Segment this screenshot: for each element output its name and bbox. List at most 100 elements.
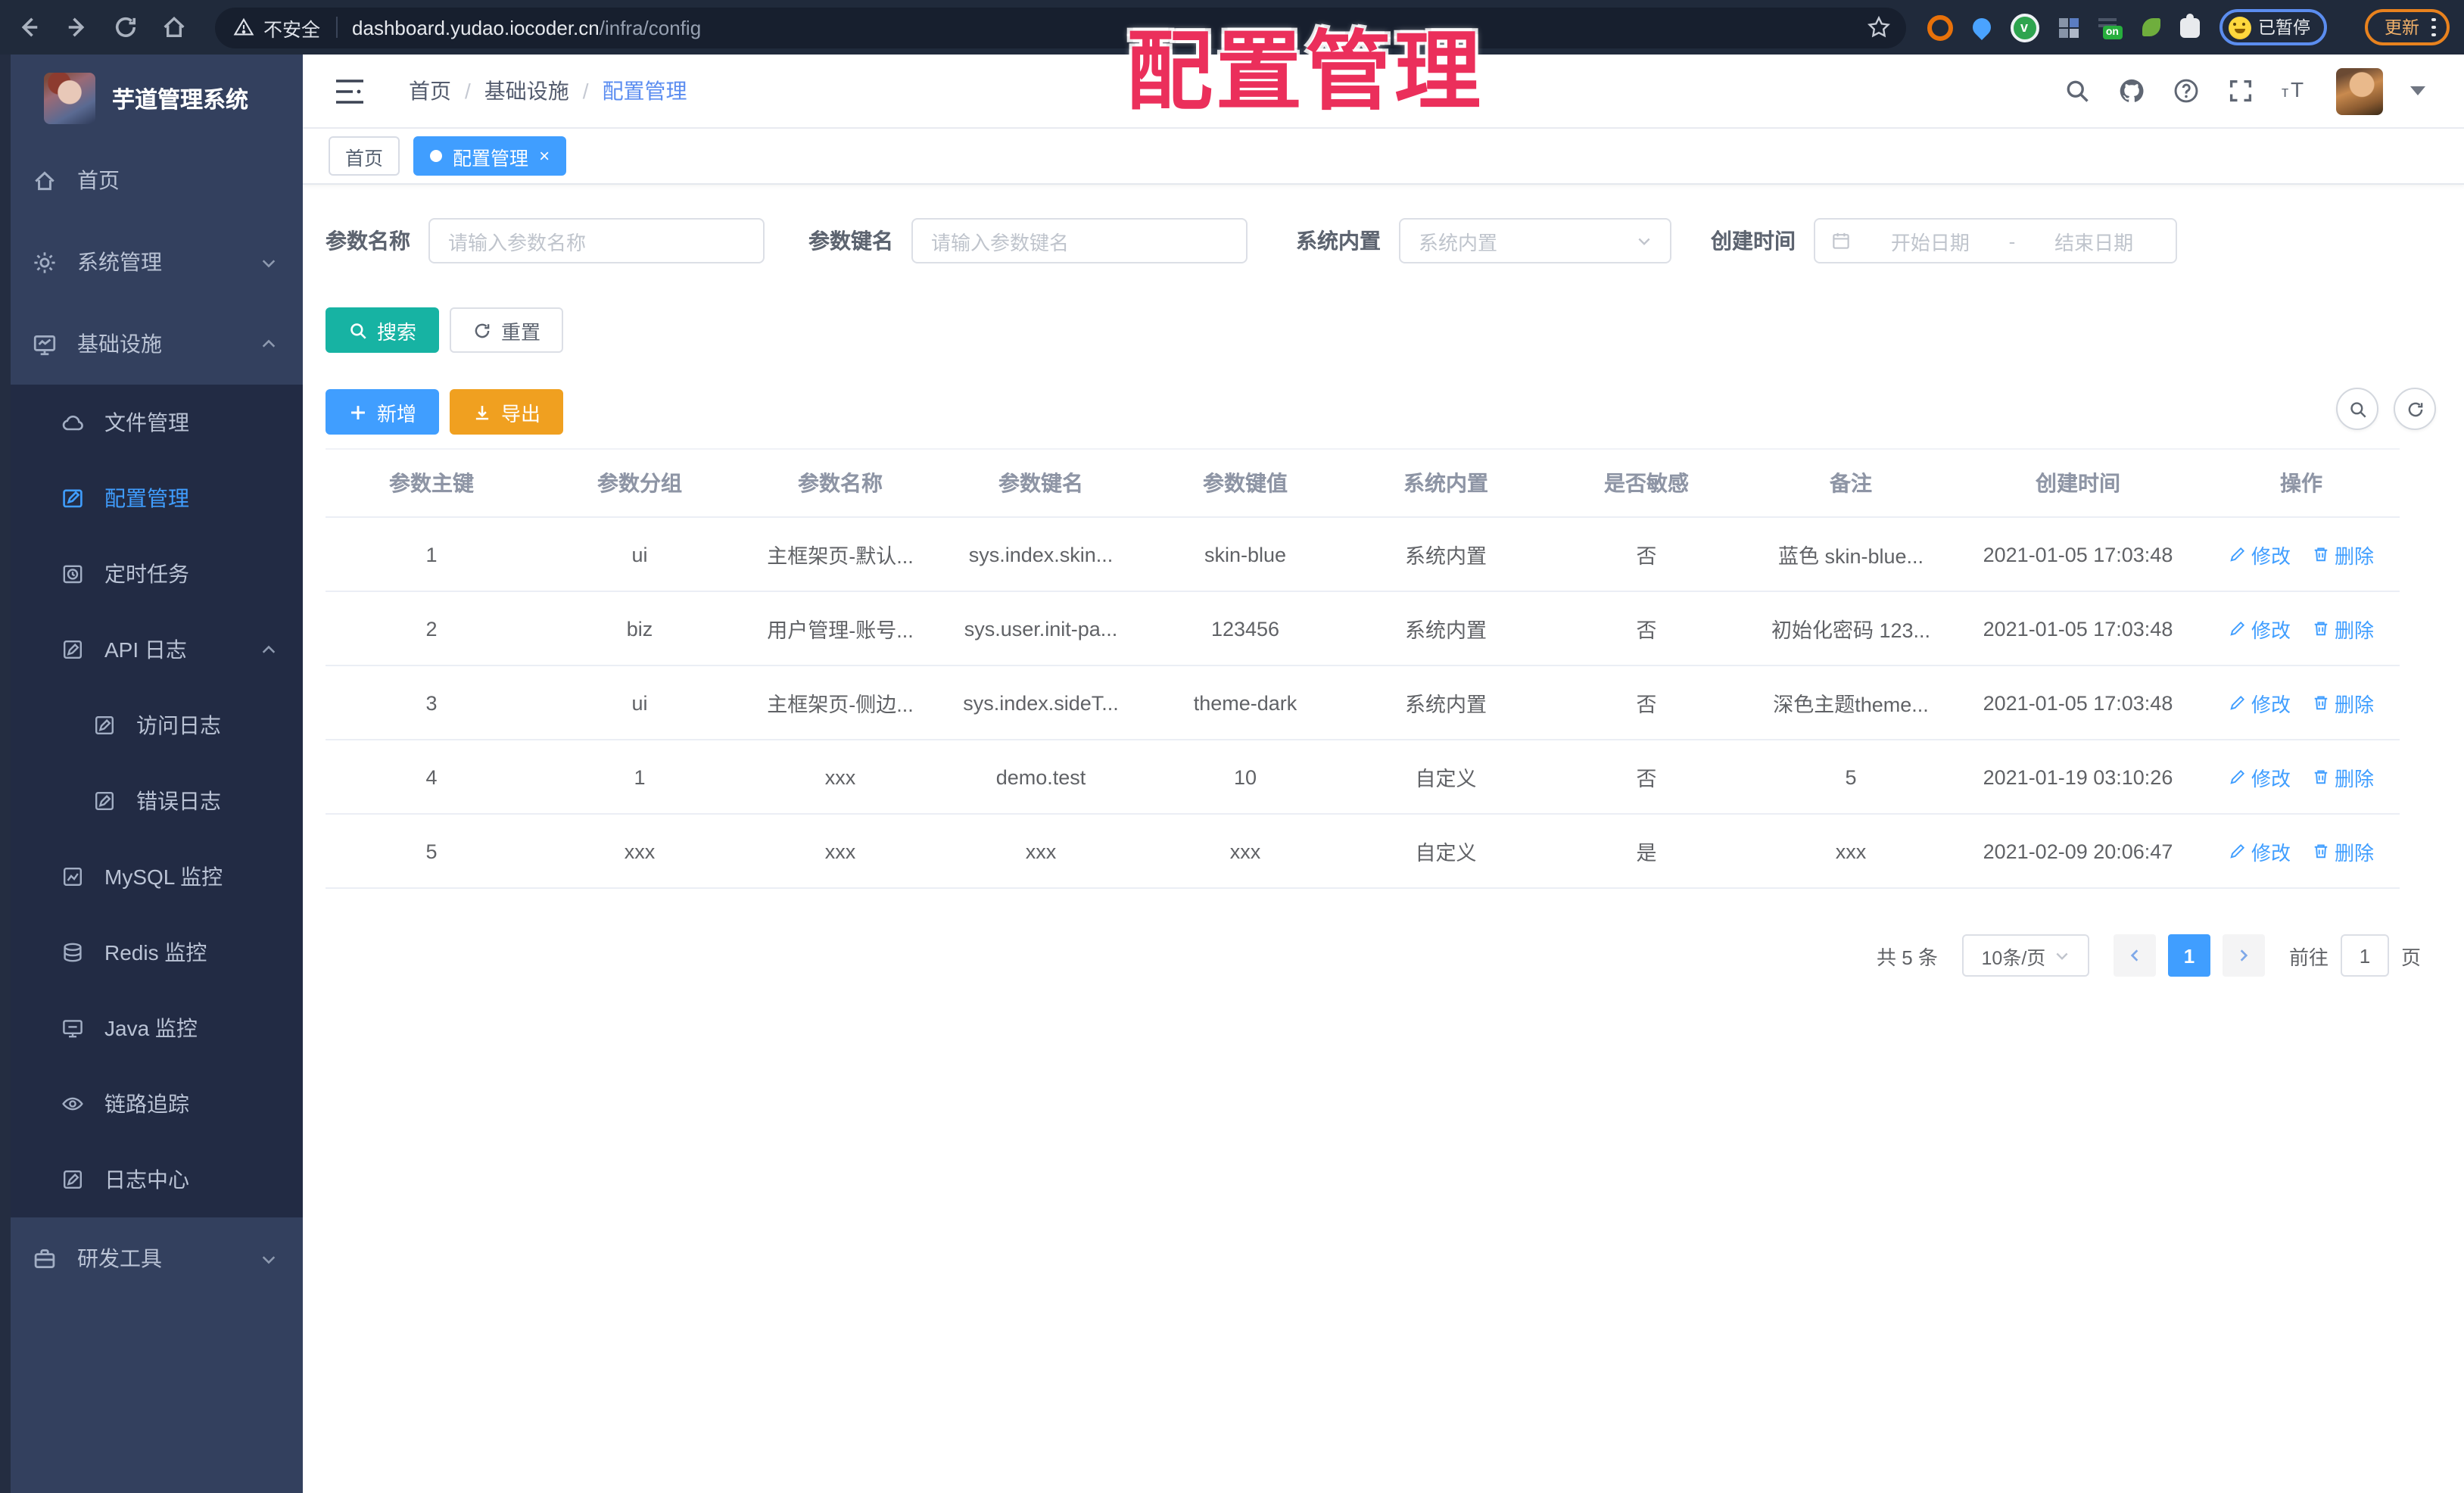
date-range-picker[interactable]: 开始日期 - 结束日期 — [1814, 218, 2177, 263]
table-cell: 2021-01-05 17:03:48 — [1983, 691, 2173, 714]
user-avatar[interactable] — [2336, 67, 2383, 114]
sidebar-item-label: 定时任务 — [104, 562, 189, 586]
page-size-select[interactable]: 10条/页 — [1961, 934, 2089, 977]
delete-link[interactable]: 删除 — [2312, 688, 2374, 717]
table-cell: 自定义 — [1415, 842, 1477, 865]
table-cell: 2021-01-05 17:03:48 — [1983, 617, 2173, 640]
page-unit-label: 页 — [2400, 946, 2421, 968]
github-icon[interactable] — [2118, 77, 2145, 104]
sidebar-item-java-monitor[interactable]: Java 监控 — [0, 990, 303, 1066]
delete-link[interactable]: 删除 — [2312, 540, 2374, 569]
add-button[interactable]: 新增 — [326, 389, 440, 435]
breadcrumb: 首页 / 基础设施 / 配置管理 — [409, 76, 687, 106]
table-cell: 1 — [425, 543, 438, 566]
bookmark-star-icon[interactable] — [1866, 15, 1890, 39]
search-button[interactable]: 搜索 — [326, 307, 440, 353]
back-icon[interactable] — [15, 14, 42, 41]
pencil-icon — [2229, 619, 2247, 637]
column-header: 备注 — [1830, 471, 1872, 495]
sidebar-item-mysql-monitor[interactable]: MySQL 监控 — [0, 839, 303, 915]
extension-grid-icon[interactable] — [2058, 17, 2078, 37]
reload-icon[interactable] — [112, 14, 139, 41]
sidebar-item-config-management[interactable]: 配置管理 — [0, 460, 303, 536]
sidebar-item-file-management[interactable]: 文件管理 — [0, 385, 303, 460]
delete-link[interactable]: 删除 — [2312, 837, 2374, 865]
sidebar-item-label: 研发工具 — [77, 1246, 162, 1270]
home-icon[interactable] — [160, 14, 188, 41]
extension-pin-icon[interactable] — [1968, 14, 1994, 40]
eye-icon — [61, 1092, 85, 1116]
param-key-input[interactable]: 请输入参数键名 — [911, 218, 1248, 263]
extension-donut-icon[interactable] — [1927, 14, 1952, 40]
reset-button[interactable]: 重置 — [450, 307, 564, 353]
extension-on-badge-icon[interactable]: on — [2098, 16, 2122, 39]
extension-green-icon[interactable]: v — [2010, 13, 2039, 42]
edit-link[interactable]: 修改 — [2229, 540, 2291, 569]
paused-badge[interactable]: 已暂停 — [2219, 9, 2327, 45]
next-page-button[interactable] — [2222, 934, 2265, 977]
table-cell: 123456 — [1210, 617, 1280, 640]
search-icon[interactable] — [2064, 77, 2091, 104]
update-button[interactable]: 更新 — [2365, 9, 2450, 45]
edit-link[interactable]: 修改 — [2229, 837, 2291, 865]
export-button[interactable]: 导出 — [450, 389, 564, 435]
collapse-menu-icon[interactable] — [335, 78, 365, 104]
edit-link[interactable]: 修改 — [2229, 762, 2291, 791]
sidebar-item-api-logs[interactable]: API 日志 — [0, 612, 303, 687]
svg-text:T: T — [2291, 78, 2304, 101]
monitor-icon — [32, 331, 58, 357]
briefcase-icon — [32, 1245, 58, 1271]
table-cell: skin-blue — [1204, 543, 1287, 566]
tab-config-management[interactable]: 配置管理 × — [413, 136, 567, 176]
browser-menu-icon[interactable] — [2431, 17, 2436, 37]
sidebar-item-dev-tools[interactable]: 研发工具 — [0, 1217, 303, 1299]
delete-link[interactable]: 删除 — [2312, 762, 2374, 791]
url-bar[interactable]: 不安全 dashboard.yudao.iocoder.cn /infra/co… — [215, 7, 1905, 48]
prev-page-button[interactable] — [2113, 934, 2156, 977]
current-page[interactable]: 1 — [2167, 934, 2210, 977]
column-header: 系统内置 — [1403, 471, 1488, 495]
edit-link[interactable]: 修改 — [2229, 614, 2291, 643]
user-menu-caret-icon[interactable] — [2410, 86, 2425, 95]
chevron-down-icon — [1637, 233, 1652, 248]
goto-page-input[interactable]: 1 — [2340, 934, 2389, 977]
annotation-overlay-title: 配置管理 — [1126, 24, 1484, 121]
builtin-select[interactable]: 系统内置 — [1399, 218, 1671, 263]
close-tab-icon[interactable]: × — [539, 147, 550, 165]
breadcrumb-home[interactable]: 首页 — [409, 76, 451, 106]
extension-leaf-icon[interactable] — [2142, 18, 2160, 36]
tab-home[interactable]: 首页 — [329, 136, 400, 176]
gear-icon — [32, 249, 58, 275]
edit-link[interactable]: 修改 — [2229, 688, 2291, 717]
sidebar-item-tracing[interactable]: 链路追踪 — [0, 1066, 303, 1142]
delete-link[interactable]: 删除 — [2312, 614, 2374, 643]
table-cell: 2021-01-19 03:10:26 — [1983, 765, 2173, 788]
sidebar-item-home[interactable]: 首页 — [0, 139, 303, 221]
sidebar-item-redis-monitor[interactable]: Redis 监控 — [0, 915, 303, 990]
header-actions: тT — [2064, 67, 2425, 114]
table-cell: xxx — [1229, 840, 1261, 862]
sidebar-item-access-logs[interactable]: 访问日志 — [0, 687, 303, 763]
table-header-row: 参数主键 参数分组 参数名称 参数键名 参数键值 系统内置 是否敏感 备注 创建时间 操作 — [326, 450, 2400, 518]
tab-label: 首页 — [345, 148, 384, 169]
app-logo[interactable]: 芋道管理系统 — [0, 67, 303, 130]
table-cell: 用户管理-账号... — [767, 619, 914, 642]
sidebar-item-system[interactable]: 系统管理 — [0, 221, 303, 303]
toggle-search-button[interactable] — [2336, 388, 2378, 430]
extensions-puzzle-icon[interactable] — [2179, 13, 2199, 37]
sidebar-item-log-center[interactable]: 日志中心 — [0, 1142, 303, 1217]
refresh-table-button[interactable] — [2394, 388, 2436, 430]
sidebar-item-label: API 日志 — [104, 637, 187, 662]
help-icon[interactable] — [2173, 77, 2200, 104]
fullscreen-icon[interactable] — [2227, 77, 2254, 104]
table-cell: 主框架页-侧边... — [767, 694, 914, 716]
forward-icon[interactable] — [64, 14, 91, 41]
table-cell: 2021-02-09 20:06:47 — [1983, 840, 2173, 862]
sidebar-item-error-logs[interactable]: 错误日志 — [0, 763, 303, 839]
sidebar-item-infra[interactable]: 基础设施 — [0, 303, 303, 385]
font-size-icon[interactable]: тT — [2282, 77, 2309, 104]
param-name-input[interactable]: 请输入参数名称 — [428, 218, 765, 263]
sidebar-item-scheduled-tasks[interactable]: 定时任务 — [0, 536, 303, 612]
breadcrumb-infra[interactable]: 基础设施 — [484, 76, 569, 106]
chevron-down-icon — [2054, 948, 2070, 963]
